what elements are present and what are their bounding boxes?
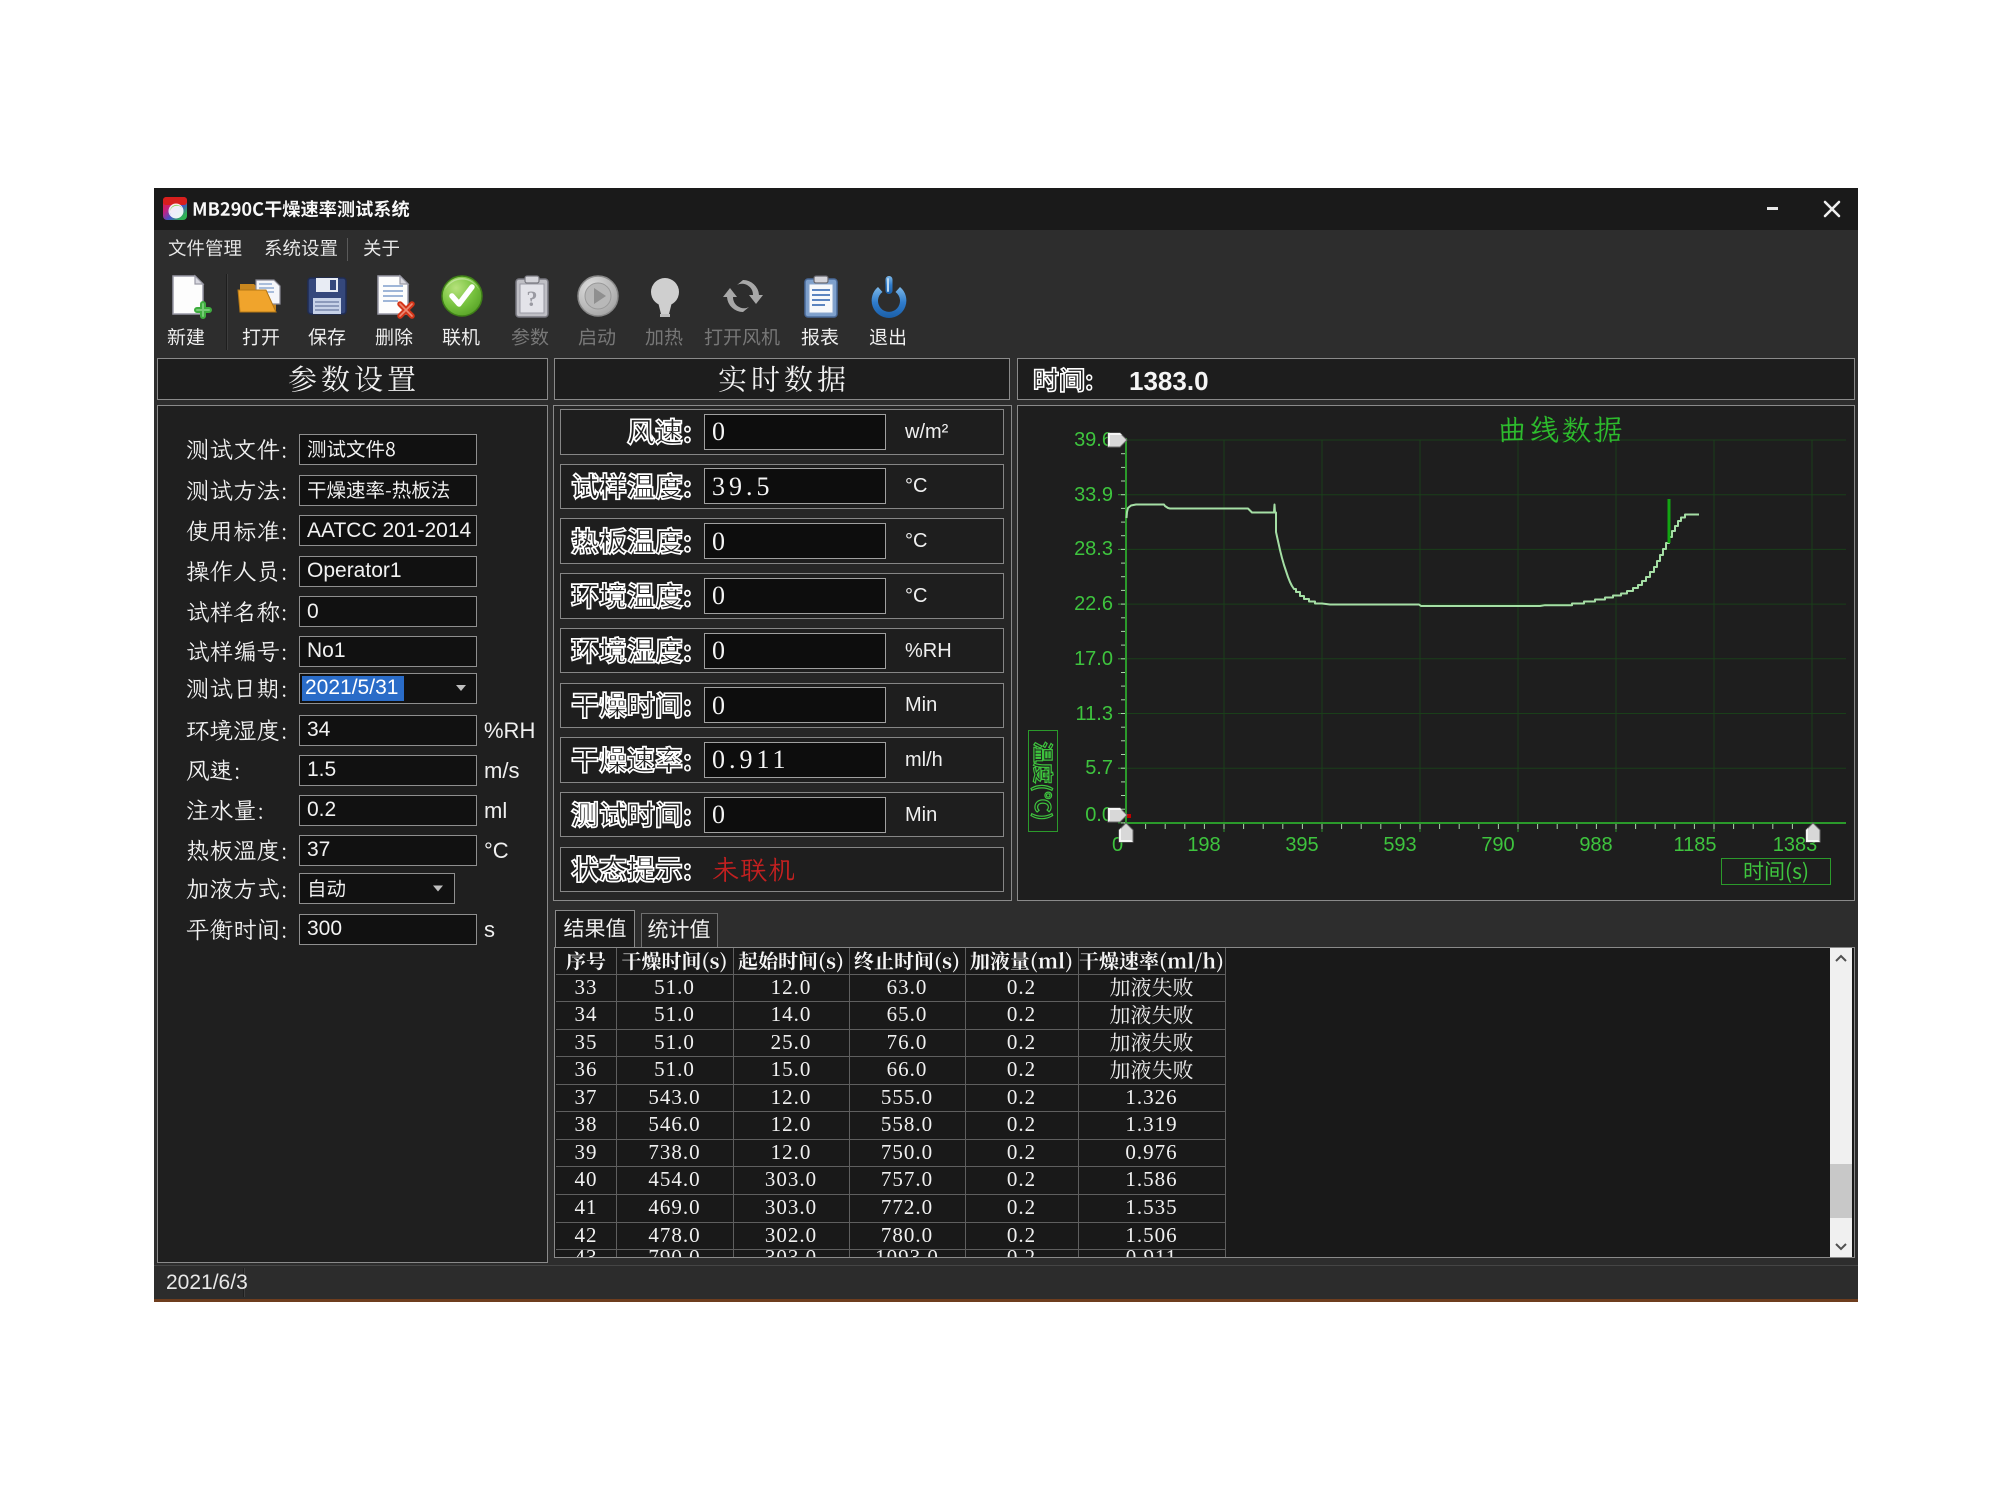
svg-text:?: ? xyxy=(527,286,538,311)
